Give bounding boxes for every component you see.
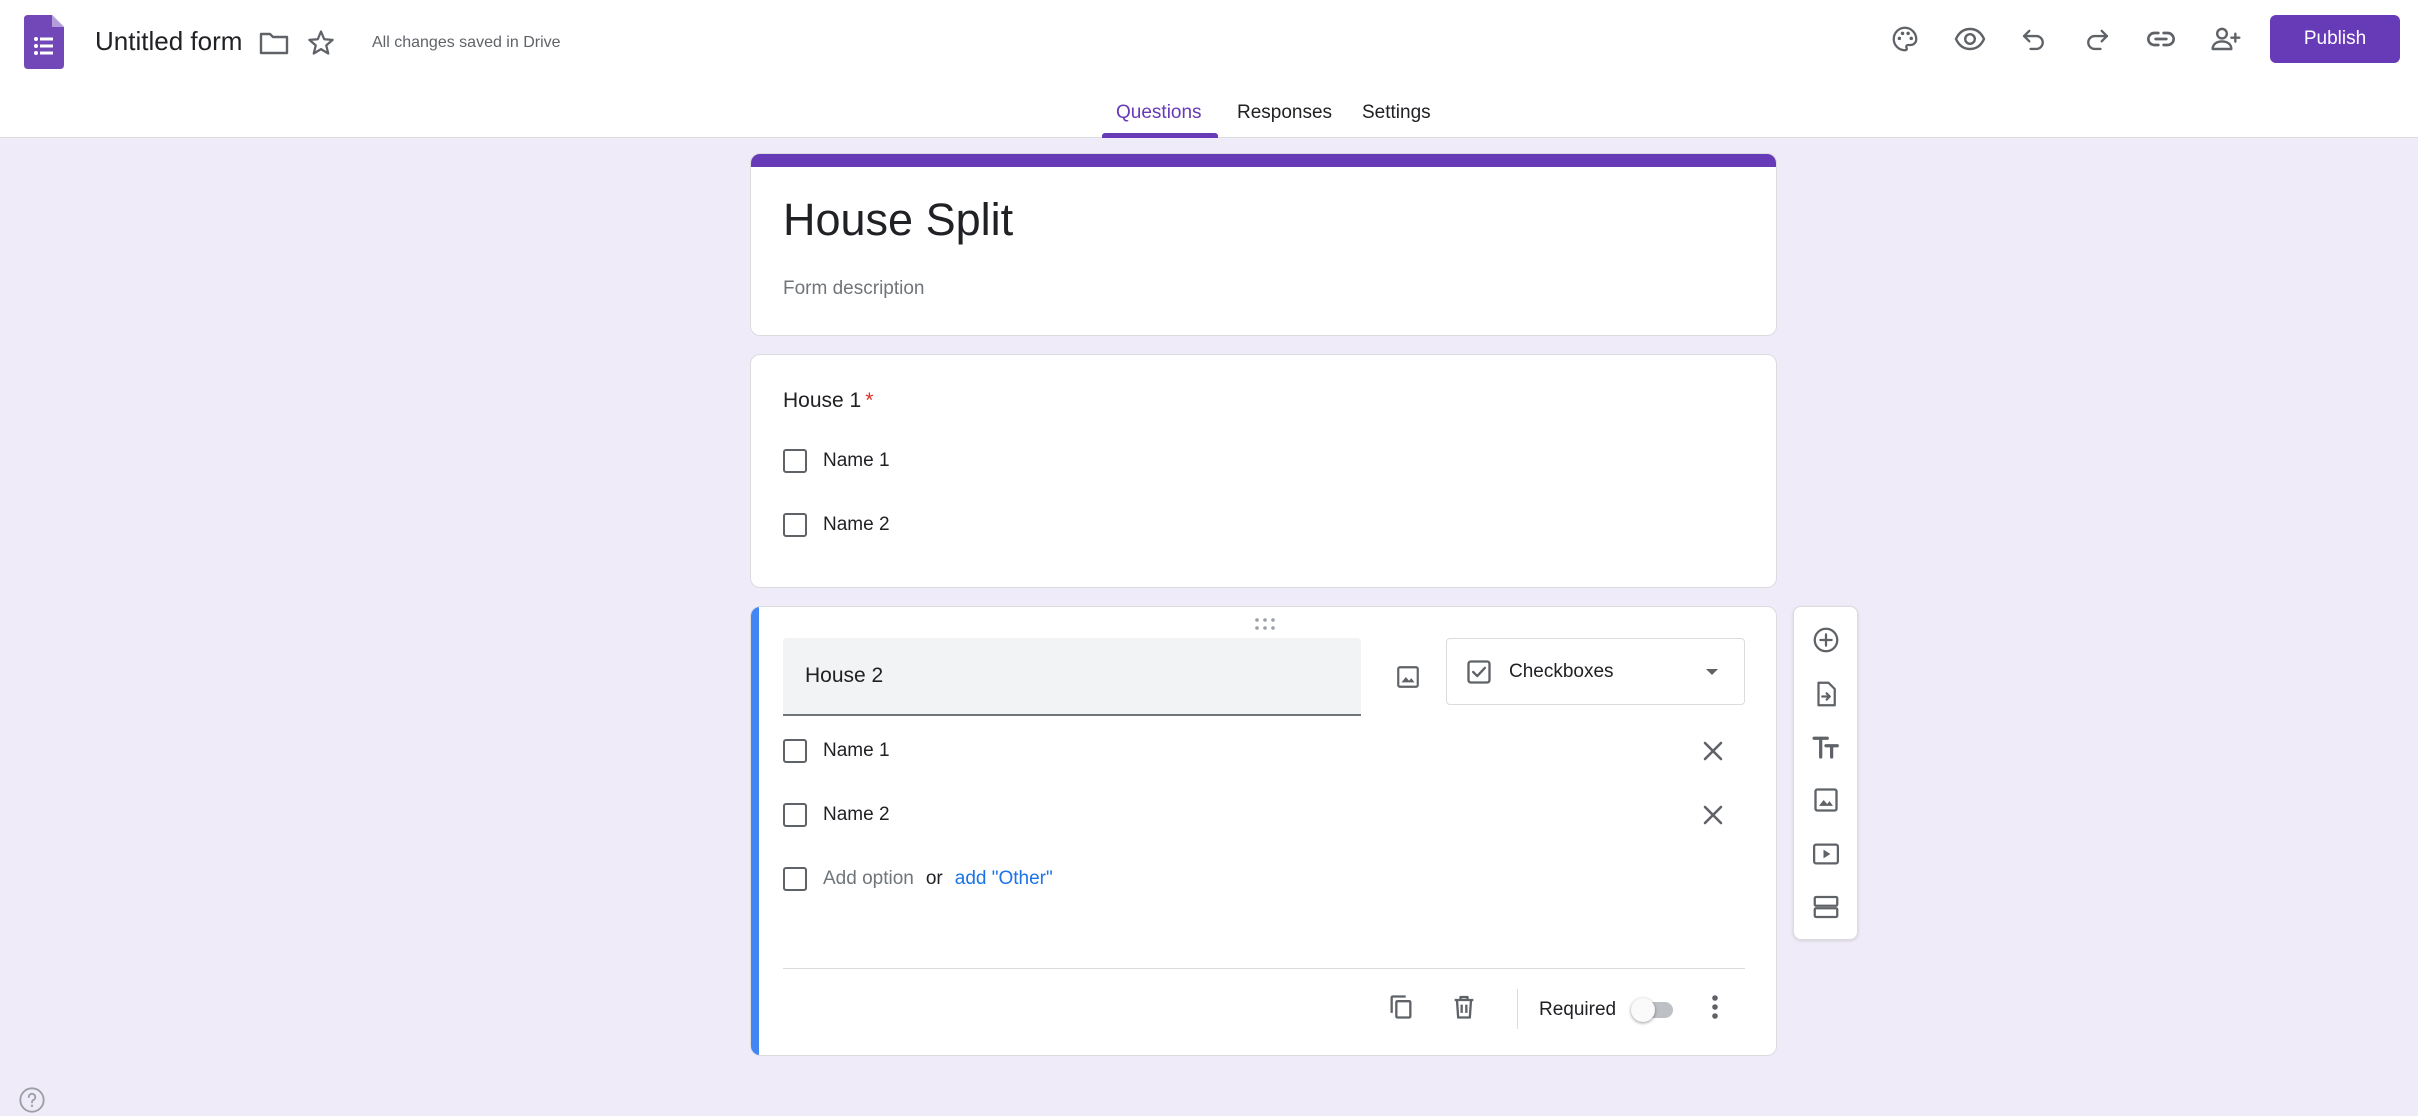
toggle-thumb — [1631, 998, 1655, 1022]
add-option-row: Add option or add "Other" — [783, 864, 1053, 894]
option-label: Name 2 — [823, 514, 890, 535]
add-section-icon[interactable] — [1806, 887, 1846, 927]
required-asterisk: * — [865, 389, 874, 412]
tab-settings[interactable]: Settings — [1362, 102, 1431, 124]
add-option-input[interactable]: Add option — [823, 868, 914, 890]
add-image-icon[interactable] — [1388, 657, 1428, 697]
option-input[interactable]: Name 2 — [823, 804, 890, 826]
add-image-icon[interactable] — [1806, 780, 1846, 820]
remove-option-close-icon[interactable] — [1695, 797, 1731, 833]
active-question-indicator — [751, 607, 759, 1055]
tab-questions[interactable]: Questions — [1116, 102, 1202, 124]
form-title-field[interactable]: House Split — [783, 194, 1013, 246]
form-header-card: House Split Form description — [750, 153, 1777, 336]
checkbox-icon — [783, 803, 807, 827]
star-icon[interactable] — [304, 26, 338, 60]
question-title-text: House 1 — [783, 389, 862, 412]
dropdown-arrow-icon — [1706, 669, 1718, 675]
tab-responses[interactable]: Responses — [1237, 102, 1332, 124]
folder-icon[interactable] — [257, 26, 291, 60]
add-collaborator-icon[interactable] — [2207, 20, 2245, 58]
remove-option-close-icon[interactable] — [1695, 733, 1731, 769]
form-description-field[interactable]: Form description — [783, 278, 925, 300]
forms-logo-icon[interactable] — [24, 15, 64, 69]
preview-eye-icon[interactable] — [1951, 20, 1989, 58]
checkbox-icon — [783, 513, 807, 537]
more-options-icon[interactable] — [1695, 987, 1735, 1027]
form-title-input[interactable]: Untitled form — [95, 26, 242, 57]
drag-handle-icon[interactable] — [1254, 617, 1276, 631]
option-row: Name 2 — [783, 510, 890, 540]
add-video-icon[interactable] — [1806, 834, 1846, 874]
question-card-house-1[interactable]: House 1 * Name 1 Name 2 — [750, 354, 1777, 588]
option-input[interactable]: Name 1 — [823, 740, 890, 762]
redo-icon[interactable] — [2078, 20, 2116, 58]
floating-toolbar — [1793, 606, 1858, 940]
undo-icon[interactable] — [2015, 20, 2053, 58]
checkbox-icon — [783, 449, 807, 473]
link-icon[interactable] — [2142, 20, 2180, 58]
question-type-dropdown[interactable]: Checkboxes — [1446, 638, 1745, 705]
save-status: All changes saved in Drive — [372, 34, 561, 51]
publish-button[interactable]: Publish — [2270, 15, 2400, 63]
question-footer-divider — [783, 968, 1745, 969]
question-card-house-2[interactable]: House 2 Checkboxes Name 1 Name 2 Add opt… — [750, 606, 1777, 1056]
option-row: Name 1 — [783, 446, 890, 476]
option-row: Name 1 — [783, 736, 890, 766]
or-text: or — [925, 868, 943, 889]
form-header-accent — [751, 154, 1776, 167]
required-label: Required — [1539, 999, 1617, 1020]
delete-trash-icon[interactable] — [1444, 987, 1484, 1027]
palette-icon[interactable] — [1886, 20, 1924, 58]
question-title: House 1 * — [783, 389, 873, 413]
checkbox-icon — [783, 739, 807, 763]
help-icon[interactable] — [18, 1086, 46, 1114]
option-row: Name 2 — [783, 800, 890, 830]
add-question-icon[interactable] — [1806, 620, 1846, 660]
footer-separator — [1517, 989, 1518, 1029]
add-other-link[interactable]: add "Other" — [955, 868, 1053, 890]
app-header: Untitled form All changes saved in Drive… — [0, 0, 2418, 138]
form-tabs: Questions Responses Settings — [0, 96, 2418, 138]
required-toggle[interactable] — [1631, 998, 1677, 1022]
checkbox-icon — [783, 867, 807, 891]
duplicate-icon[interactable] — [1381, 987, 1421, 1027]
add-title-icon[interactable] — [1806, 727, 1846, 767]
import-questions-icon[interactable] — [1806, 674, 1846, 714]
question-title-input[interactable]: House 2 — [783, 638, 1361, 716]
question-type-label: Checkboxes — [1509, 660, 1614, 682]
active-tab-indicator — [1102, 133, 1218, 138]
checkbox-checked-icon — [1467, 659, 1491, 684]
option-label: Name 1 — [823, 450, 890, 471]
